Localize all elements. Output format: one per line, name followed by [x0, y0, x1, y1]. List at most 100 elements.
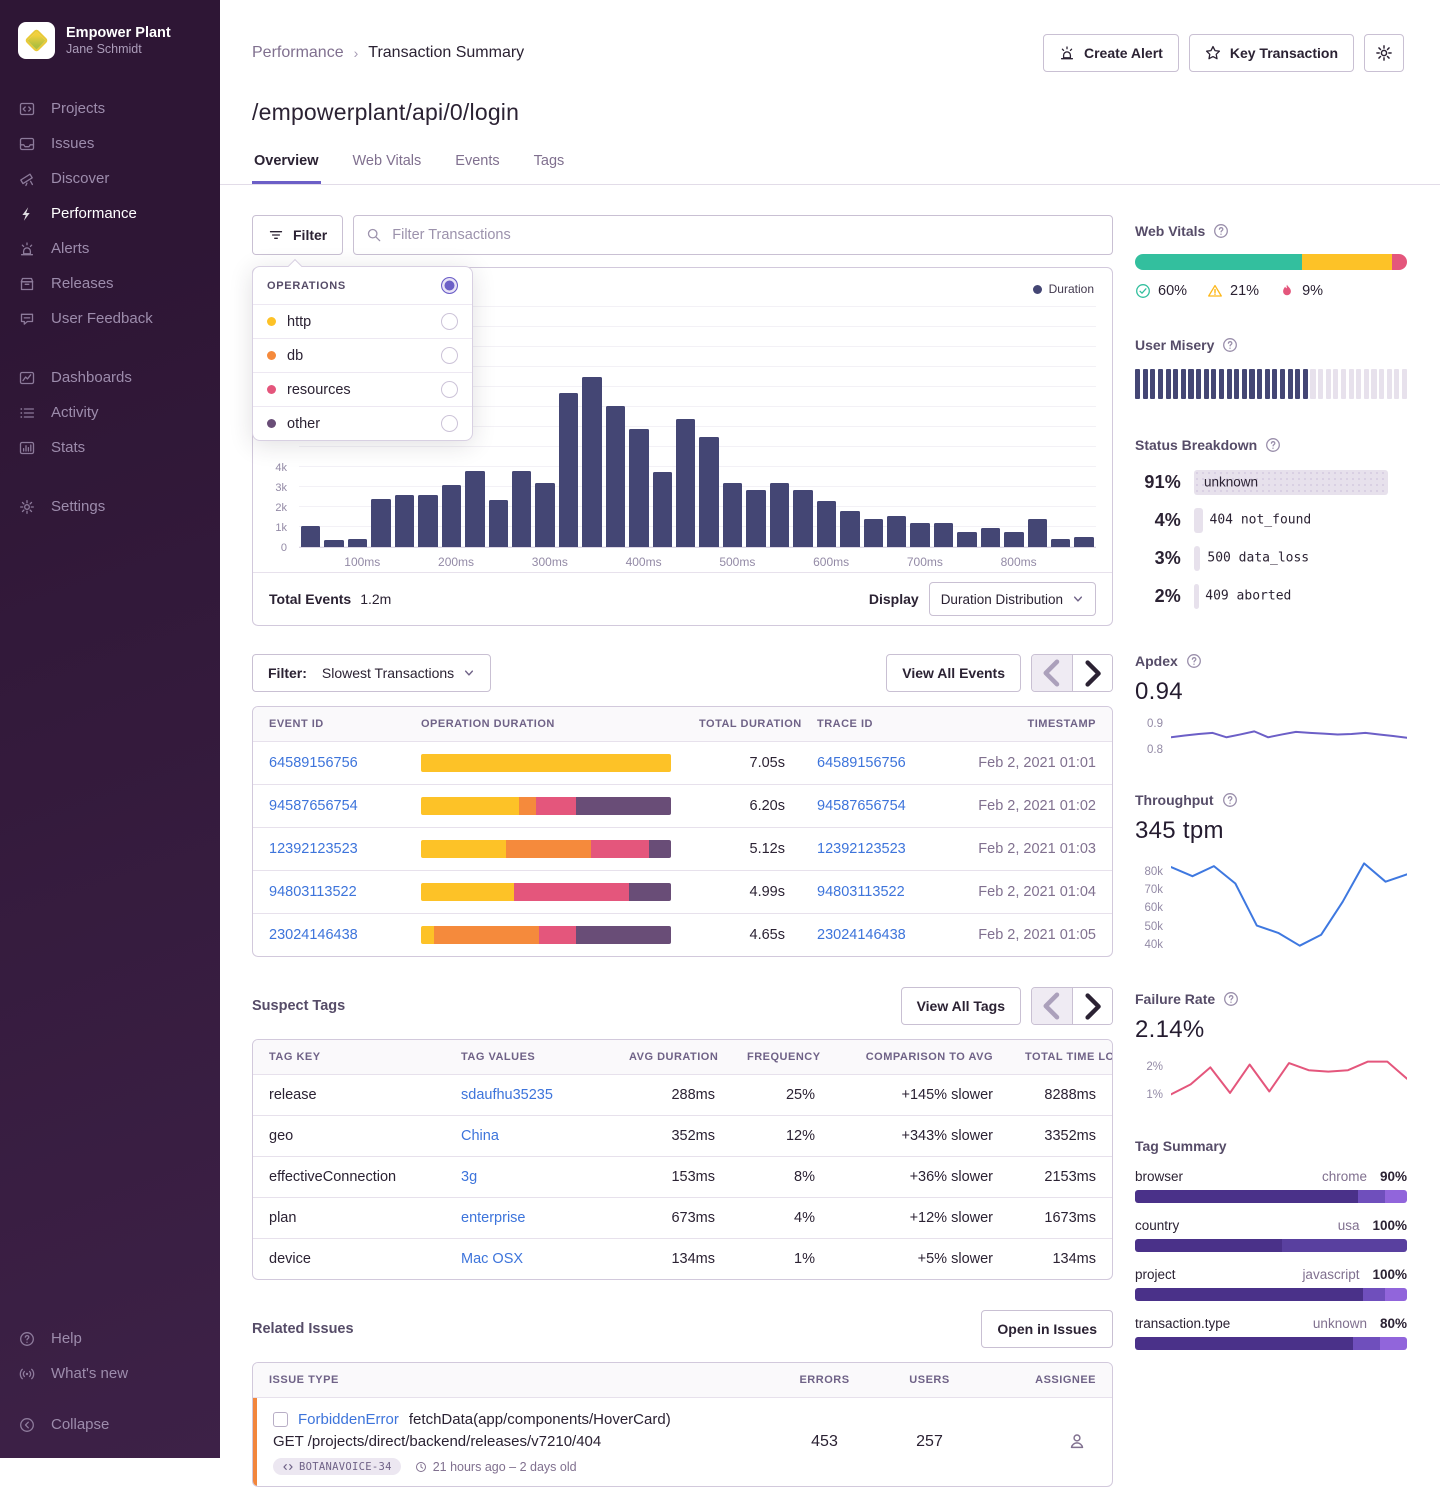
- event-id-link[interactable]: 12392123523: [269, 841, 358, 857]
- tab-events[interactable]: Events: [453, 153, 501, 184]
- operations-items: httpdbresourcesother: [253, 304, 472, 440]
- issue-row[interactable]: ForbiddenError fetchData(app/components/…: [253, 1397, 1112, 1486]
- org-avatar: [18, 22, 55, 59]
- view-all-events-button[interactable]: View All Events: [886, 654, 1021, 692]
- sidebar-item-stats[interactable]: Stats: [0, 430, 220, 465]
- operations-header-row[interactable]: OPERATIONS: [253, 267, 472, 304]
- event-id-link[interactable]: 23024146438: [269, 927, 358, 943]
- key-transaction-button[interactable]: Key Transaction: [1189, 34, 1354, 72]
- tag-value-link[interactable]: China: [461, 1128, 499, 1144]
- spark-y-axis: 80k70k60k50k40k: [1135, 857, 1171, 953]
- misery-tick: [1387, 369, 1392, 399]
- sidebar-item-help[interactable]: Help: [0, 1321, 220, 1356]
- tab-web-vitals[interactable]: Web Vitals: [351, 153, 424, 184]
- sidebar-item-discover[interactable]: Discover: [0, 161, 220, 196]
- display-select[interactable]: Duration Distribution: [929, 582, 1096, 616]
- sidebar-item-activity[interactable]: Activity: [0, 395, 220, 430]
- tag-value-link[interactable]: Mac OSX: [461, 1251, 523, 1267]
- pager-prev-button[interactable]: [1032, 655, 1072, 691]
- operation-duration-bar: [421, 926, 671, 944]
- operation-radio[interactable]: [441, 381, 458, 398]
- histogram-bar: [770, 483, 789, 547]
- breadcrumb-parent[interactable]: Performance: [252, 44, 344, 62]
- tag-key-cell: release: [253, 1075, 445, 1115]
- issue-checkbox[interactable]: [273, 1412, 288, 1427]
- pager-next-button[interactable]: [1072, 988, 1112, 1024]
- view-all-tags-button[interactable]: View All Tags: [901, 987, 1021, 1025]
- event-id-link[interactable]: 94587656754: [269, 798, 358, 814]
- search-input[interactable]: [392, 227, 1100, 243]
- search-box: [353, 215, 1113, 255]
- operation-radio[interactable]: [441, 313, 458, 330]
- sidebar-item-performance[interactable]: Performance: [0, 196, 220, 231]
- duration-segment: [591, 840, 649, 858]
- operation-radio[interactable]: [441, 415, 458, 432]
- settings-button[interactable]: [1364, 34, 1404, 72]
- org-switcher[interactable]: Empower Plant Jane Schmidt: [0, 18, 220, 65]
- open-in-issues-button[interactable]: Open in Issues: [981, 1310, 1113, 1348]
- sidebar-item-dashboards[interactable]: Dashboards: [0, 360, 220, 395]
- operations-all-radio[interactable]: [441, 277, 458, 294]
- question-icon[interactable]: [1222, 792, 1238, 808]
- table-row: 230241464384.65s23024146438Feb 2, 2021 0…: [253, 913, 1112, 956]
- related-issues-table-header: ISSUE TYPEERRORSUSERSASSIGNEE: [253, 1363, 1112, 1397]
- operations-header-label: OPERATIONS: [267, 280, 346, 292]
- trace-id-link[interactable]: 12392123523: [817, 841, 906, 857]
- tag-value-link[interactable]: enterprise: [461, 1210, 525, 1226]
- sidebar-item-settings[interactable]: Settings: [0, 489, 220, 524]
- trace-id-link[interactable]: 64589156756: [817, 755, 906, 771]
- table-row: geoChina352ms12%+343% slower3352ms: [253, 1115, 1112, 1156]
- filter-button[interactable]: Filter: [252, 215, 343, 255]
- pager-prev-button[interactable]: [1032, 988, 1072, 1024]
- org-logo-icon: [24, 28, 48, 52]
- pager-next-button[interactable]: [1072, 655, 1112, 691]
- sidebar-item-alerts[interactable]: Alerts: [0, 231, 220, 266]
- total-time-lost-cell: 2153ms: [1009, 1157, 1112, 1197]
- sidebar-item-collapse[interactable]: Collapse: [0, 1407, 220, 1442]
- tab-overview[interactable]: Overview: [252, 153, 321, 184]
- throughput-chart: 80k70k60k50k40k: [1135, 857, 1407, 953]
- issue-project-chip[interactable]: BOTANAVOICE-34: [273, 1458, 401, 1475]
- event-id-link[interactable]: 94803113522: [269, 884, 357, 900]
- sidebar-item-user-feedback[interactable]: User Feedback: [0, 301, 220, 336]
- tag-value-link[interactable]: sdaufhu35235: [461, 1087, 553, 1103]
- question-icon[interactable]: [1213, 223, 1229, 239]
- tag-value-link[interactable]: 3g: [461, 1169, 477, 1185]
- misery-tick: [1196, 369, 1201, 399]
- operation-radio[interactable]: [441, 347, 458, 364]
- question-icon[interactable]: [1222, 337, 1238, 353]
- sidebar-item-issues[interactable]: Issues: [0, 126, 220, 161]
- create-alert-button[interactable]: Create Alert: [1043, 34, 1179, 72]
- event-id-link[interactable]: 64589156756: [269, 755, 358, 771]
- tag-summary-rows: browserchrome90%countryusa100%projectjav…: [1135, 1169, 1407, 1350]
- sidebar: Empower Plant Jane Schmidt ProjectsIssue…: [0, 0, 220, 1458]
- misery-tick: [1371, 369, 1376, 399]
- trace-id-link[interactable]: 94803113522: [817, 884, 905, 900]
- column-header: ASSIGNEE: [982, 1363, 1112, 1397]
- issue-error-type-link[interactable]: ForbiddenError: [298, 1411, 399, 1428]
- chart-legend[interactable]: Duration: [1033, 282, 1094, 296]
- transactions-filter-select[interactable]: Filter: Slowest Transactions: [252, 654, 491, 692]
- sidebar-item-label: User Feedback: [51, 310, 153, 327]
- issue-age-text: 21 hours ago – 2 days old: [433, 1460, 577, 1474]
- trace-id-link[interactable]: 94587656754: [817, 798, 906, 814]
- sidebar-item-label: Collapse: [51, 1416, 109, 1433]
- trace-id-link[interactable]: 23024146438: [817, 927, 906, 943]
- sidebar-item-what-s-new[interactable]: What's new: [0, 1356, 220, 1391]
- question-icon[interactable]: [1186, 653, 1202, 669]
- operation-item-resources[interactable]: resources: [253, 372, 472, 406]
- assignee-person-icon[interactable]: [1068, 1432, 1086, 1450]
- sidebar-item-projects[interactable]: Projects: [0, 91, 220, 126]
- tab-tags[interactable]: Tags: [532, 153, 567, 184]
- operation-item-db[interactable]: db: [253, 338, 472, 372]
- operation-item-http[interactable]: http: [253, 304, 472, 338]
- operation-item-other[interactable]: other: [253, 406, 472, 440]
- sidebar-item-label: Settings: [51, 498, 105, 515]
- question-icon[interactable]: [1265, 437, 1281, 453]
- question-icon[interactable]: [1223, 991, 1239, 1007]
- misery-tick: [1173, 369, 1178, 399]
- trace-id-cell: 94803113522: [801, 872, 959, 912]
- key-transaction-label: Key Transaction: [1230, 45, 1338, 61]
- sidebar-item-releases[interactable]: Releases: [0, 266, 220, 301]
- status-breakdown-title-row: Status Breakdown: [1135, 437, 1407, 453]
